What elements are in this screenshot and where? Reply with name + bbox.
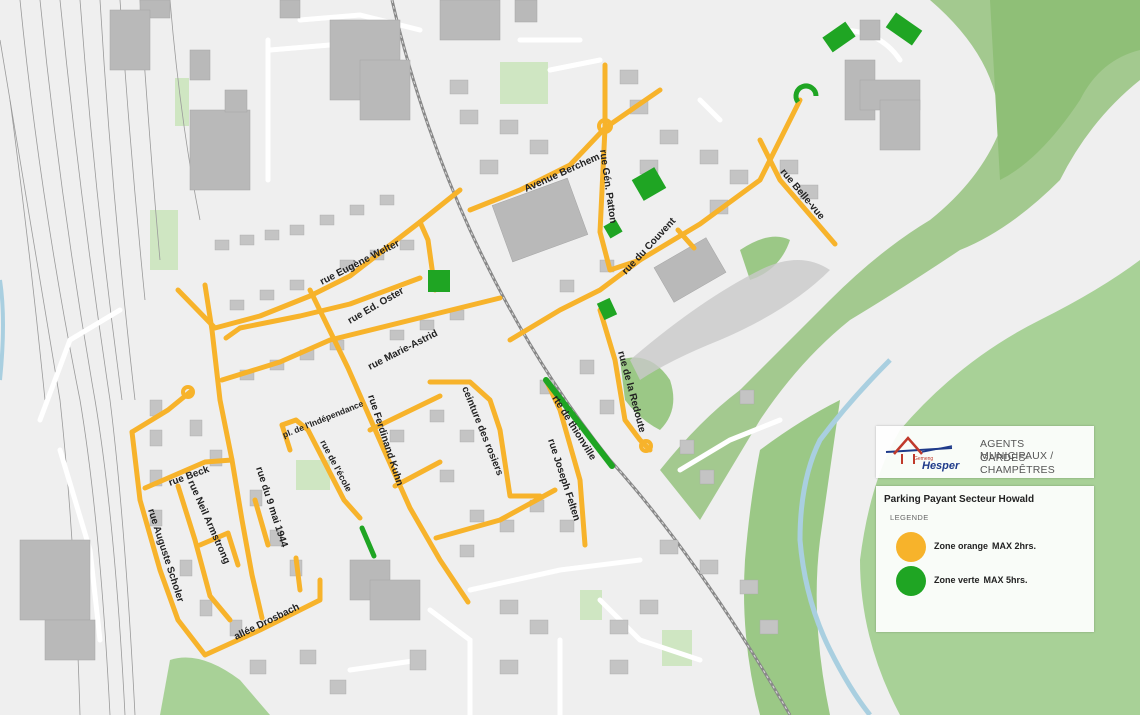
- legend-panel: Parking Payant Secteur Howald LEGENDE Zo…: [876, 486, 1094, 632]
- logo-panel: Gemeng Hesper AGENTS MUNICIPAUX / GARDES…: [876, 426, 1094, 478]
- legend-heading: LEGENDE: [890, 513, 929, 522]
- orange-zone-swatch: [896, 532, 926, 562]
- legend-item-green: Zone verte MAX 5hrs.: [896, 566, 1086, 596]
- logo-commune-name: Hesper: [922, 460, 960, 472]
- legend-item-orange-label: Zone orange MAX 2hrs.: [934, 541, 1037, 551]
- legend-title: Parking Payant Secteur Howald: [884, 494, 1035, 505]
- legend-item-orange: Zone orange MAX 2hrs.: [896, 532, 1086, 562]
- green-zone-swatch: [896, 566, 926, 596]
- org-line-2: GARDES-CHAMPÊTRES: [980, 452, 1055, 476]
- legend-item-green-label: Zone verte MAX 5hrs.: [934, 575, 1028, 585]
